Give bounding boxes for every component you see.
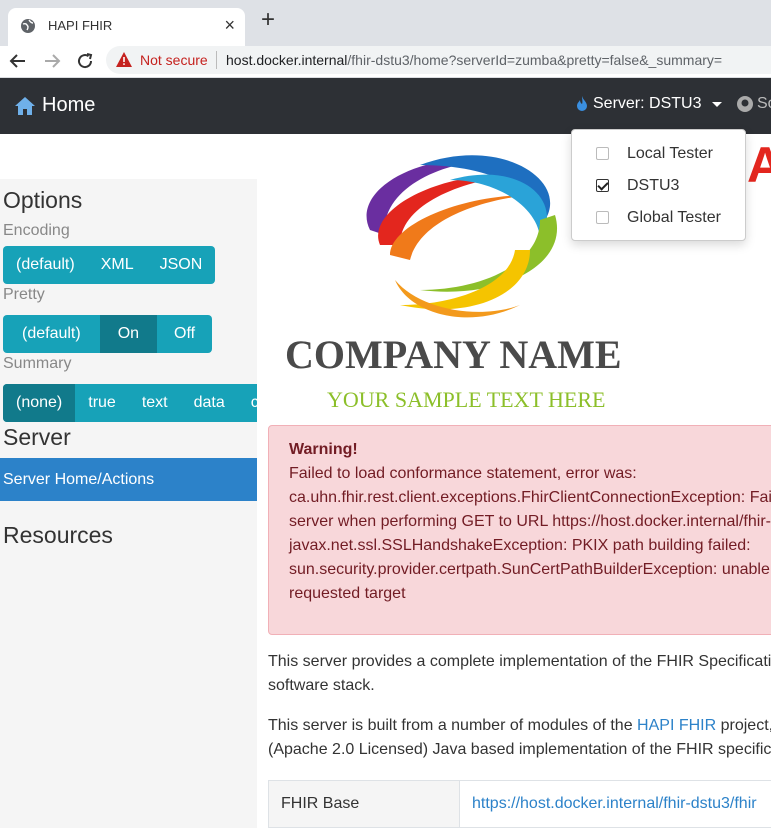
pretty-off-button[interactable]: Off: [157, 315, 212, 353]
pretty-button-group: (default) On Off: [3, 315, 213, 353]
alert-line: Failed to load conformance statement, er…: [289, 465, 637, 482]
home-icon: [15, 96, 35, 115]
paragraph-line: software stack.: [268, 677, 375, 694]
server-info-table: FHIR Base https://host.docker.internal/f…: [268, 780, 771, 828]
hapi-fhir-link[interactable]: HAPI FHIR: [637, 717, 716, 734]
summary-count-button[interactable]: co: [238, 384, 257, 422]
dropdown-item-local-tester[interactable]: Local Tester: [572, 138, 745, 170]
server-dropdown-menu: Local Tester DSTU3 Global Tester: [571, 129, 746, 241]
address-separator: [216, 51, 217, 69]
unchecked-box-icon: [596, 211, 609, 224]
github-label: So: [757, 95, 771, 112]
logo-tagline: YOUR SAMPLE TEXT HERE: [327, 387, 605, 412]
logo-swirl-green: [420, 215, 558, 292]
browser-tab[interactable]: HAPI FHIR ×: [8, 8, 245, 46]
url-path: /fhir-dstu3/home?serverId=zumba&pretty=f…: [347, 52, 723, 68]
pretty-on-button[interactable]: On: [99, 315, 158, 353]
pretty-default-button[interactable]: (default): [3, 315, 100, 353]
back-arrow-icon[interactable]: [8, 52, 28, 72]
summary-true-button[interactable]: true: [75, 384, 129, 422]
forward-arrow-icon[interactable]: [42, 52, 62, 72]
dropdown-item-label: Local Tester: [627, 145, 713, 162]
options-heading: Options: [3, 187, 83, 213]
server-home-actions-link[interactable]: Server Home/Actions: [0, 458, 257, 501]
fire-icon: [577, 96, 587, 111]
url-text[interactable]: host.docker.internal/fhir-dstu3/home?ser…: [226, 52, 722, 68]
dropdown-item-dstu3[interactable]: DSTU3: [572, 170, 745, 202]
globe-icon: [21, 19, 35, 33]
description-paragraph-2: This server is built from a number of mo…: [268, 714, 771, 762]
url-host: host.docker.internal: [226, 52, 348, 68]
paragraph-line: This server provides a complete implemen…: [268, 653, 771, 670]
address-bar[interactable]: Not secure host.docker.internal/fhir-dst…: [106, 46, 771, 74]
tab-close-icon[interactable]: ×: [224, 15, 235, 35]
app-navbar: Home Server: DSTU3 So: [0, 78, 771, 134]
reload-icon[interactable]: [75, 52, 95, 72]
alert-title: Warning!: [289, 441, 358, 458]
paragraph-line: This server is built from a number of mo…: [268, 714, 771, 738]
home-link[interactable]: Home: [14, 94, 95, 117]
server-selector[interactable]: Server: DSTU3: [576, 95, 723, 113]
summary-label: Summary: [3, 355, 72, 372]
alert-line: javax.net.ssl.SSLHandshakeException: PKI…: [289, 537, 751, 554]
not-secure-label[interactable]: Not secure: [140, 52, 208, 68]
resources-heading: Resources: [3, 522, 113, 548]
summary-data-button[interactable]: data: [181, 384, 238, 422]
github-link[interactable]: So: [737, 95, 771, 113]
encoding-button-group: (default) XML JSON: [3, 246, 216, 284]
summary-text-button[interactable]: text: [129, 384, 181, 422]
dropdown-item-label: Global Tester: [627, 209, 721, 226]
server-heading: Server: [3, 424, 71, 450]
encoding-json-button[interactable]: JSON: [147, 246, 216, 284]
encoding-label: Encoding: [3, 222, 70, 239]
browser-toolbar: Not secure host.docker.internal/fhir-dst…: [0, 46, 771, 78]
dropdown-item-global-tester[interactable]: Global Tester: [572, 202, 745, 234]
alert-line: sun.security.provider.certpath.SunCertPa…: [289, 561, 770, 578]
alert-line: ca.uhn.fhir.rest.client.exceptions.FhirC…: [289, 489, 771, 506]
home-label: Home: [42, 94, 96, 116]
github-icon: [737, 96, 753, 112]
pretty-label: Pretty: [3, 286, 45, 303]
new-tab-button[interactable]: +: [256, 8, 280, 32]
paragraph-text: project,: [716, 717, 771, 734]
description-paragraph-1: This server provides a complete implemen…: [268, 650, 771, 698]
caret-down-icon: [712, 101, 723, 107]
unchecked-box-icon: [596, 147, 609, 160]
checked-box-icon: [596, 179, 609, 192]
partial-red-letter: A: [747, 137, 771, 193]
fhir-base-url-link[interactable]: https://host.docker.internal/fhir-dstu3/…: [460, 781, 757, 827]
server-selector-label: Server: DSTU3: [593, 95, 702, 112]
tab-title: HAPI FHIR: [48, 18, 113, 33]
encoding-default-button[interactable]: (default): [3, 246, 88, 284]
alert-line: server when performing GET to URL https:…: [289, 513, 771, 530]
summary-none-button[interactable]: (none): [3, 384, 76, 422]
sidebar: Options Encoding (default) XML JSON Pret…: [0, 179, 257, 828]
warning-alert: Warning! Failed to load conformance stat…: [268, 425, 771, 635]
browser-tab-strip: HAPI FHIR × +: [0, 0, 771, 46]
encoding-xml-button[interactable]: XML: [88, 246, 147, 284]
paragraph-text: This server is built from a number of mo…: [268, 717, 638, 734]
alert-line: requested target: [289, 585, 406, 602]
fhir-base-key: FHIR Base: [269, 781, 460, 827]
summary-button-group: (none) true text data co: [3, 384, 257, 422]
dropdown-item-label: DSTU3: [627, 177, 680, 194]
logo-company-name: COMPANY NAME: [285, 332, 622, 377]
paragraph-line: (Apache 2.0 Licensed) Java based impleme…: [268, 741, 771, 758]
warning-triangle-icon: [116, 52, 132, 67]
